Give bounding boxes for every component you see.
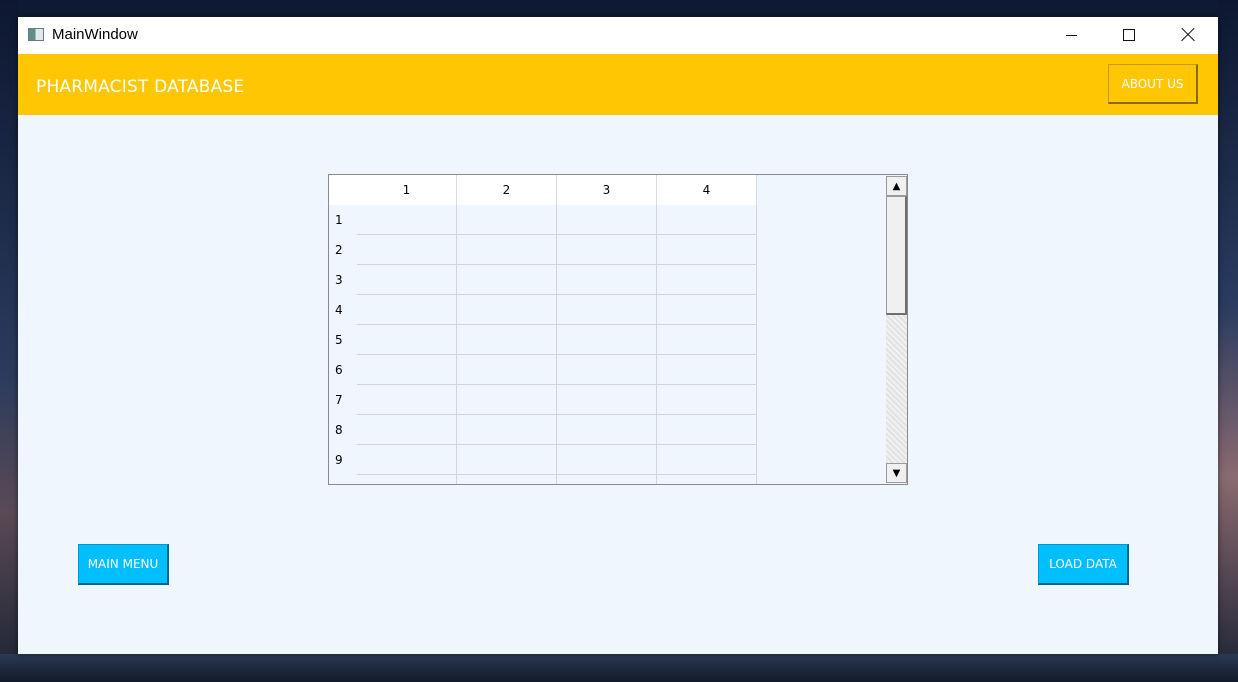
header-title: PHARMACIST DATABASE: [36, 77, 245, 97]
column-header[interactable]: 3: [557, 175, 657, 205]
app-window-icon: [28, 28, 44, 41]
desktop-background-bottom: [0, 654, 1238, 682]
title-bar[interactable]: MainWindow: [18, 17, 1218, 54]
arrow-down-icon: ▼: [892, 467, 901, 479]
row-header[interactable]: 3: [329, 265, 357, 295]
row-header[interactable]: 1: [329, 205, 357, 235]
app-header: PHARMACIST DATABASE ABOUT US: [18, 54, 1218, 115]
row-header[interactable]: 9: [329, 445, 357, 475]
table-corner[interactable]: [329, 175, 357, 205]
row-header[interactable]: 7: [329, 385, 357, 415]
scroll-up-button[interactable]: ▲: [886, 176, 907, 196]
row-header[interactable]: 6: [329, 355, 357, 385]
data-table[interactable]: 1 2 3 4 1 2 3 4 5 6 7 8 9 ▲ ▼: [328, 174, 908, 485]
window-title: MainWindow: [52, 26, 138, 43]
close-button[interactable]: [1159, 17, 1217, 53]
row-header[interactable]: 4: [329, 295, 357, 325]
minimize-button[interactable]: [1042, 17, 1100, 53]
column-header[interactable]: 4: [657, 175, 757, 205]
scroll-down-button[interactable]: ▼: [886, 463, 907, 483]
maximize-button[interactable]: [1100, 17, 1158, 53]
desktop-background-right: [1218, 0, 1238, 682]
minimize-icon: [1065, 34, 1077, 36]
vertical-scrollbar[interactable]: ▲ ▼: [886, 176, 907, 483]
column-header[interactable]: 1: [357, 175, 457, 205]
row-header[interactable]: 2: [329, 235, 357, 265]
main-window: MainWindow PHARMACIST DATABASE ABOUT US …: [18, 17, 1218, 654]
row-header[interactable]: 5: [329, 325, 357, 355]
load-data-button[interactable]: LOAD DATA: [1038, 544, 1129, 585]
main-menu-button[interactable]: MAIN MENU: [78, 544, 169, 585]
column-header[interactable]: 2: [457, 175, 557, 205]
close-icon: [1181, 28, 1195, 42]
desktop-background-left: [0, 0, 18, 682]
row-header[interactable]: 8: [329, 415, 357, 445]
table-cells[interactable]: [357, 205, 757, 484]
maximize-icon: [1123, 29, 1135, 41]
about-us-button[interactable]: ABOUT US: [1108, 64, 1198, 104]
scrollbar-thumb[interactable]: [886, 196, 907, 315]
arrow-up-icon: ▲: [892, 180, 901, 192]
